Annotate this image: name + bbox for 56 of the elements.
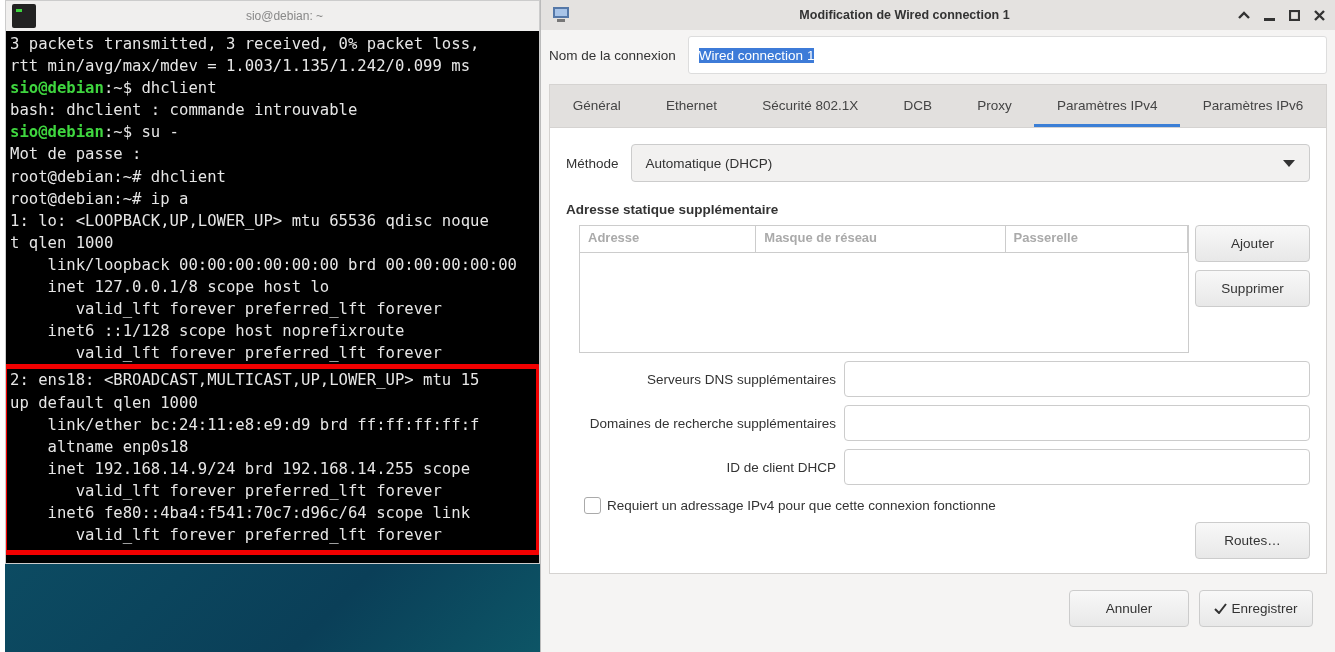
chevron-up-icon[interactable] [1238, 11, 1250, 19]
window-title: sio@debian: ~ [244, 9, 325, 23]
terminal-line: up default qlen 1000 [10, 392, 199, 414]
terminal-line: sio@debian:~$ dhclient [10, 78, 218, 100]
terminal-line: Mot de passe : [10, 144, 143, 166]
terminal-line: valid_lft forever preferred_lft forever [74, 299, 443, 321]
input-field[interactable] [844, 361, 1310, 397]
network-icon [551, 6, 571, 24]
terminal-line: 3 packets transmitted, 3 received, 0% packet loss, [10, 34, 481, 55]
close-icon[interactable] [1314, 9, 1325, 21]
section-title: Adresse statique supplémentaire [566, 202, 780, 217]
field-label: Serveurs DNS supplémentaires [645, 371, 836, 387]
field-label: ID de client DHCP [725, 459, 836, 475]
terminal-line: inet 192.168.14.9/24 brd 192.168.14.255 scope [46, 458, 472, 480]
terminal-line: bash: dhclient : commande introuvable [10, 100, 359, 122]
terminal-line: rtt min/avg/max/mdev = 1.003/1.135/1.242/0.099 ms [10, 56, 472, 78]
terminal-line: inet6 ::1/128 scope host noprefixroute [46, 321, 406, 343]
checkmark-icon [1214, 603, 1228, 614]
field-label: Nom de la connexion [549, 47, 676, 63]
terminal-line: valid_lft forever preferred_lft forever [74, 480, 443, 502]
terminal-line: 2: ens18: <BROADCAST,MULTICAST,UP,LOWER_UP> mtu 15 [10, 370, 481, 392]
terminal-line: valid_lft forever preferred_lft forever [74, 343, 443, 365]
window-title: Modification de Wired connection 1 [798, 8, 1011, 22]
terminal-line: sio@debian:~$ su - [10, 122, 180, 144]
input-field[interactable] [844, 405, 1310, 441]
checkbox[interactable] [584, 497, 601, 514]
field-label: Méthode [566, 155, 619, 171]
terminal-line: inet 127.0.0.1/8 scope host lo [46, 277, 331, 299]
tab[interactable]: Sécurité 802.1X [739, 85, 881, 127]
terminal-line: 1: lo: <LOOPBACK,UP,LOWER_UP> mtu 65536 qdisc noque [10, 210, 490, 232]
terminal-line: t qlen 1000 [10, 232, 115, 254]
caret-icon [1283, 159, 1295, 167]
checkbox-label: Requiert un adressage IPv4 pour que cette connexion fonctionne [607, 498, 996, 513]
routes-button[interactable]: Routes… [1195, 522, 1310, 559]
table-action-button[interactable]: Supprimer [1195, 270, 1310, 307]
method-dropdown[interactable]: Automatique (DHCP) [630, 144, 1310, 182]
terminal-line: root@debian:~# ip a [10, 188, 190, 210]
terminal-line: altname enp0s18 [46, 436, 190, 458]
cancel-button[interactable]: Annuler [1069, 590, 1189, 627]
save-button[interactable]: Enregistrer [1199, 590, 1313, 627]
tab[interactable]: Général [550, 85, 644, 127]
maximize-icon[interactable] [1289, 9, 1300, 21]
terminal-line: link/loopback 00:00:00:00:00:00 brd 00:00:00:00:00 [46, 254, 518, 276]
terminal-line: inet6 fe80::4ba4:f541:70c7:d96c/64 scope link [46, 502, 472, 524]
tab[interactable]: DCB [880, 85, 955, 127]
tab[interactable]: Proxy [954, 85, 1035, 127]
terminal-icon [12, 4, 36, 28]
tab[interactable]: Paramètres IPv6 [1180, 85, 1326, 127]
input-field[interactable] [844, 449, 1310, 485]
table-action-button[interactable]: Ajouter [1195, 225, 1310, 262]
terminal-line: valid_lft forever preferred_lft forever [74, 525, 443, 547]
connection-name-field[interactable]: Wired connection 1 [687, 36, 1327, 74]
field-label: Domaines de recherche supplémentaires [588, 415, 836, 431]
tab[interactable]: Ethernet [643, 85, 740, 127]
terminal-line: root@debian:~# dhclient [10, 166, 227, 188]
terminal-line: link/ether bc:24:11:e8:e9:d9 brd ff:ff:ff:ff:f [46, 414, 481, 436]
